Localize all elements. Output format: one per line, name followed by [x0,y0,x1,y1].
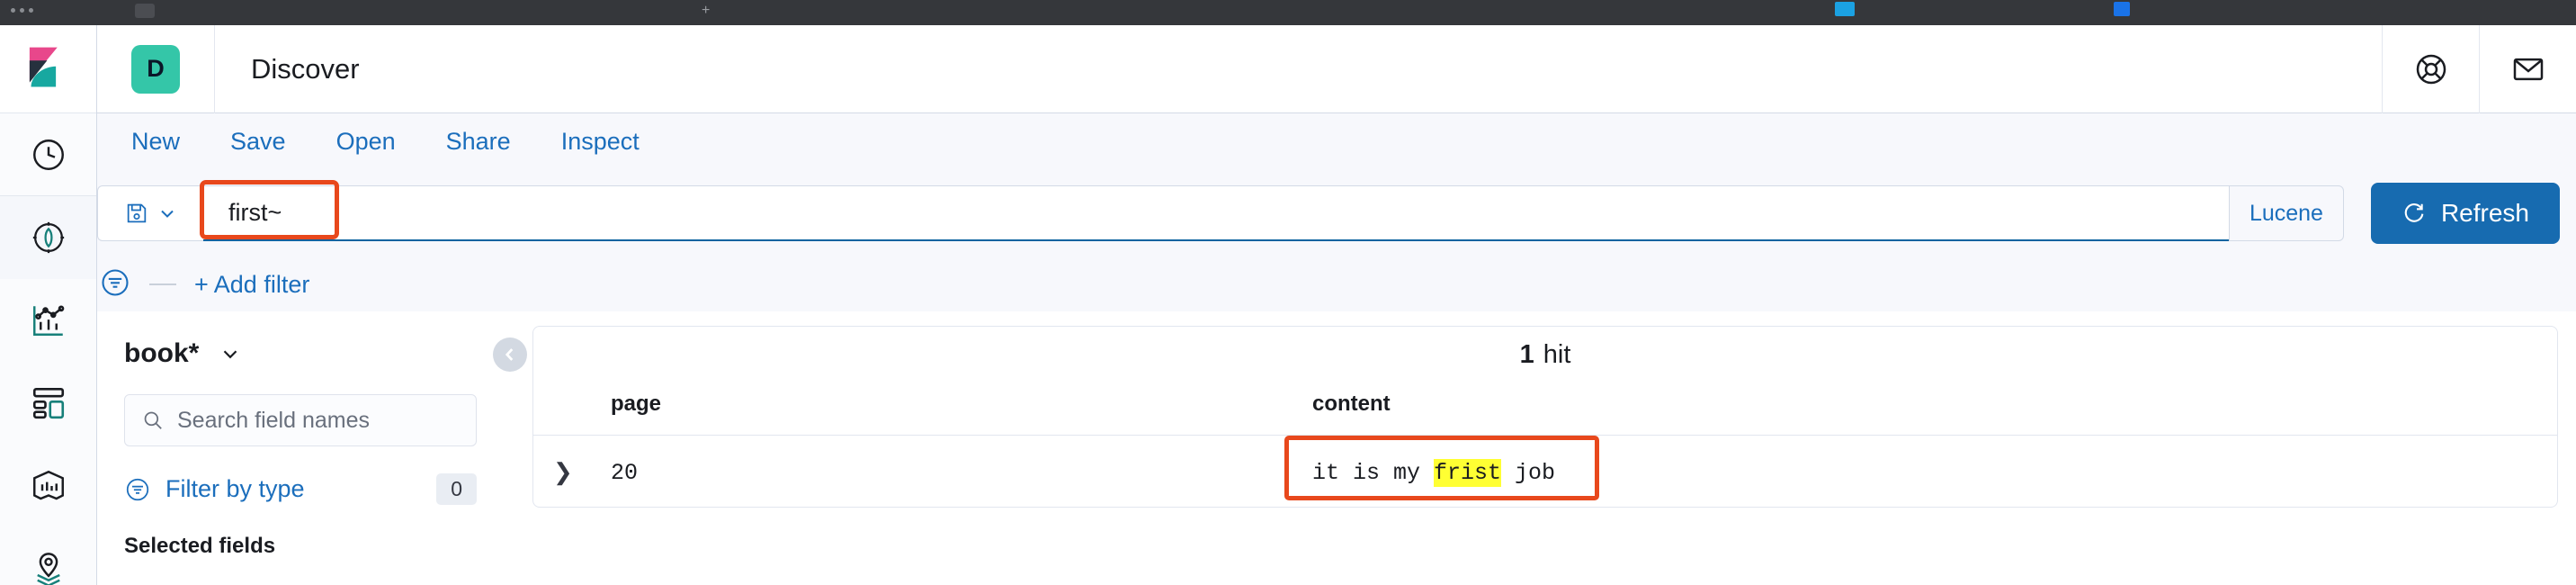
chevron-right-icon: ❯ [553,460,573,487]
kibana-logo[interactable] [0,25,96,113]
kibana-discover-app: + D Discover New Save Open Share Inspect… [0,0,2576,585]
new-tab-plus-icon[interactable]: + [702,4,710,18]
query-input[interactable] [203,199,2229,227]
sidebar-item-discover[interactable] [0,196,96,279]
menu-item-inspect[interactable]: Inspect [561,128,640,156]
hit-count-value: 1 [1519,339,1534,369]
app-badge: D [131,44,180,94]
field-search-box[interactable] [124,394,477,446]
taskbar-item-a[interactable] [1835,2,1855,16]
browser-tab[interactable] [135,4,155,18]
query-language-button[interactable]: Lucene [2228,185,2344,241]
table-header-row: page content [533,382,2557,436]
filter-bar: + Add filter [97,257,2576,311]
kibana-logo-icon [29,47,58,86]
search-icon [144,411,162,429]
browser-chrome-strip: + [0,0,2576,25]
add-filter-button[interactable]: + Add filter [194,271,309,299]
column-header-content: content [1312,382,2557,436]
documents-table: page content ❯ 20 it is my frist job [533,382,2557,510]
hit-count: 1 hit [533,327,2557,382]
app-header: D Discover [97,24,2576,113]
refresh-icon [2404,203,2424,222]
field-list-panel: book* Filter by type 0 Selected fields [97,311,493,585]
maps-icon [36,553,60,585]
menu-item-share[interactable]: Share [446,128,511,156]
selected-fields-heading: Selected fields [124,534,276,558]
chevron-left-circle-icon [505,348,514,361]
save-floppy-icon [127,203,146,223]
discover-menu-bar: New Save Open Share Inspect [97,113,2576,169]
compass-icon [32,221,64,254]
content-before: it is my [1312,460,1435,486]
mail-envelope-icon [2513,58,2543,80]
table-row[interactable]: ❯ 20 it is my frist job [533,436,2557,511]
refresh-button[interactable]: Refresh [2370,183,2560,244]
sidebar-item-dashboard[interactable] [0,362,96,445]
filter-options-button[interactable] [99,266,131,303]
clock-icon [32,139,64,170]
sidebar-item-visualize[interactable] [0,279,96,362]
window-dots-icon [11,8,33,13]
expand-row-button[interactable]: ❯ [533,436,611,511]
help-button[interactable] [2382,24,2479,113]
index-pattern-name: book* [124,338,200,368]
column-header-page: page [611,382,1312,436]
content-highlight: frist [1434,459,1502,487]
dashboard-icon [32,387,64,419]
query-input-wrapper [203,185,2229,241]
menu-item-new[interactable]: New [131,128,180,156]
header-actions [2382,24,2576,113]
index-pattern-selector[interactable]: book* [124,338,493,369]
column-header-expand [533,382,611,436]
sidebar-item-maps[interactable] [0,527,96,585]
documents-panel: 1 hit page content ❯ 20 it is my frist j… [532,326,2558,508]
filter-by-type-count-badge: 0 [436,473,477,505]
query-bar: Lucene Refresh [97,169,2576,257]
sidebar-collapse-button[interactable] [493,338,527,372]
chevron-down-icon [160,210,174,218]
filter-icon [126,478,149,500]
chevron-down-icon [224,350,237,359]
filter-by-type-label: Filter by type [165,475,305,502]
sidebar-item-canvas[interactable] [0,445,96,527]
cell-content: it is my frist job [1312,436,2557,511]
table-header: page content [533,382,2557,436]
header-divider [214,24,215,113]
table-body: ❯ 20 it is my frist job [533,436,2557,511]
sidebar-item-recently-viewed[interactable] [0,113,96,196]
page-title: Discover [251,52,360,85]
cell-page: 20 [611,460,639,486]
search-field-names-input[interactable] [177,407,456,434]
canvas-icon [32,470,64,500]
left-nav-rail [0,25,97,585]
help-lifebuoy-icon [2416,54,2446,84]
saved-query-button[interactable] [97,185,203,241]
news-button[interactable] [2479,24,2576,113]
taskbar-item-b[interactable] [2114,2,2130,16]
refresh-label: Refresh [2440,199,2529,227]
hit-count-label: hit [1543,339,1571,369]
filter-icon [102,268,129,296]
filter-by-type-button[interactable]: Filter by type 0 [124,473,477,505]
visualize-icon [32,305,64,336]
menu-item-save[interactable]: Save [230,128,286,156]
content-after: job [1501,460,1556,486]
filter-separator [149,284,176,285]
menu-item-open[interactable]: Open [336,128,396,156]
